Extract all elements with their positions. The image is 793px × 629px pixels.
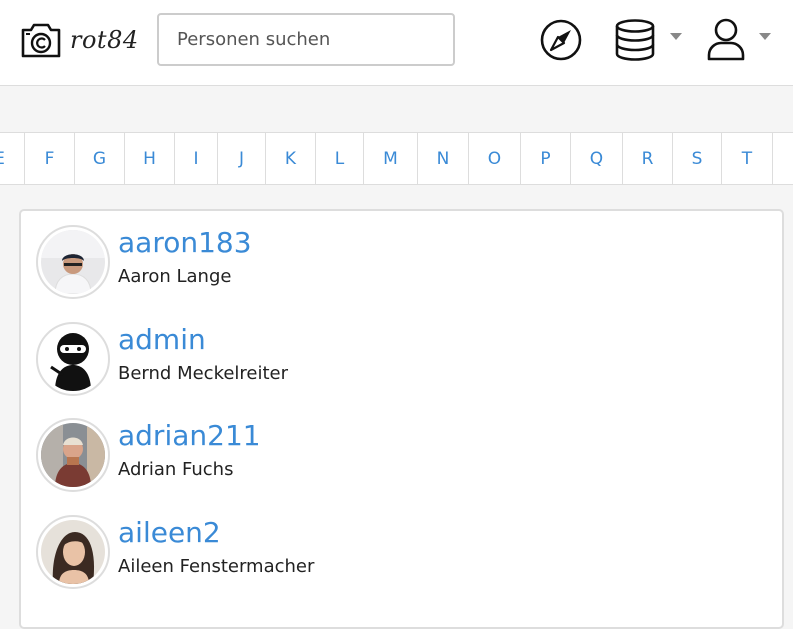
avatar[interactable] — [36, 225, 110, 299]
letter-n[interactable]: N — [418, 133, 469, 184]
letter-t[interactable]: T — [722, 133, 773, 184]
letter-m[interactable]: M — [364, 133, 418, 184]
user-icon — [707, 18, 745, 61]
letter-e[interactable]: E — [0, 133, 25, 184]
camera-copyright-icon — [21, 23, 61, 58]
letter-g[interactable]: G — [75, 133, 125, 184]
brand-name: rot84 — [70, 26, 139, 54]
username-link[interactable]: aaron183 — [118, 227, 252, 259]
full-name: Aaron Lange — [118, 266, 232, 287]
explore-button[interactable] — [540, 19, 582, 61]
letter-j[interactable]: J — [218, 133, 266, 184]
avatar[interactable] — [36, 515, 110, 589]
letter-r[interactable]: R — [623, 133, 673, 184]
full-name: Aileen Fenstermacher — [118, 556, 315, 577]
database-icon — [615, 19, 655, 61]
full-name: Adrian Fuchs — [118, 459, 234, 480]
letter-i[interactable]: I — [175, 133, 218, 184]
letter-l[interactable]: L — [316, 133, 364, 184]
letter-p[interactable]: P — [521, 133, 571, 184]
user-list: aaron183 Aaron Lange admin Bernd Meckelr… — [19, 209, 784, 629]
letter-f[interactable]: F — [25, 133, 75, 184]
list-item: adrian211 Adrian Fuchs — [36, 418, 261, 492]
avatar[interactable] — [36, 418, 110, 492]
username-link[interactable]: admin — [118, 324, 288, 356]
avatar-image — [41, 520, 105, 584]
username-link[interactable]: adrian211 — [118, 420, 261, 452]
chevron-down-icon — [759, 32, 771, 40]
letter-o[interactable]: O — [469, 133, 521, 184]
brand-logo[interactable]: rot84 — [20, 20, 139, 60]
database-menu-button[interactable] — [614, 18, 682, 62]
list-item: aileen2 Aileen Fenstermacher — [36, 515, 314, 589]
compass-icon — [540, 19, 582, 61]
avatar-image — [41, 230, 105, 294]
letter-k[interactable]: K — [266, 133, 316, 184]
avatar-image — [41, 423, 105, 487]
letter-q[interactable]: Q — [571, 133, 623, 184]
full-name: Bernd Meckelreiter — [118, 363, 289, 384]
list-item: aaron183 Aaron Lange — [36, 225, 252, 299]
ninja-avatar-image — [41, 327, 105, 391]
letter-s[interactable]: S — [673, 133, 722, 184]
search-input[interactable] — [157, 13, 455, 66]
chevron-down-icon — [670, 32, 682, 40]
user-menu-button[interactable] — [707, 18, 771, 62]
list-item: admin Bernd Meckelreiter — [36, 322, 288, 396]
letter-h[interactable]: H — [125, 133, 175, 184]
username-link[interactable]: aileen2 — [118, 517, 314, 549]
alphabet-filter: E F G H I J K L M N O P Q R S T — [0, 132, 793, 185]
top-navbar: rot84 — [0, 0, 793, 86]
avatar[interactable] — [36, 322, 110, 396]
